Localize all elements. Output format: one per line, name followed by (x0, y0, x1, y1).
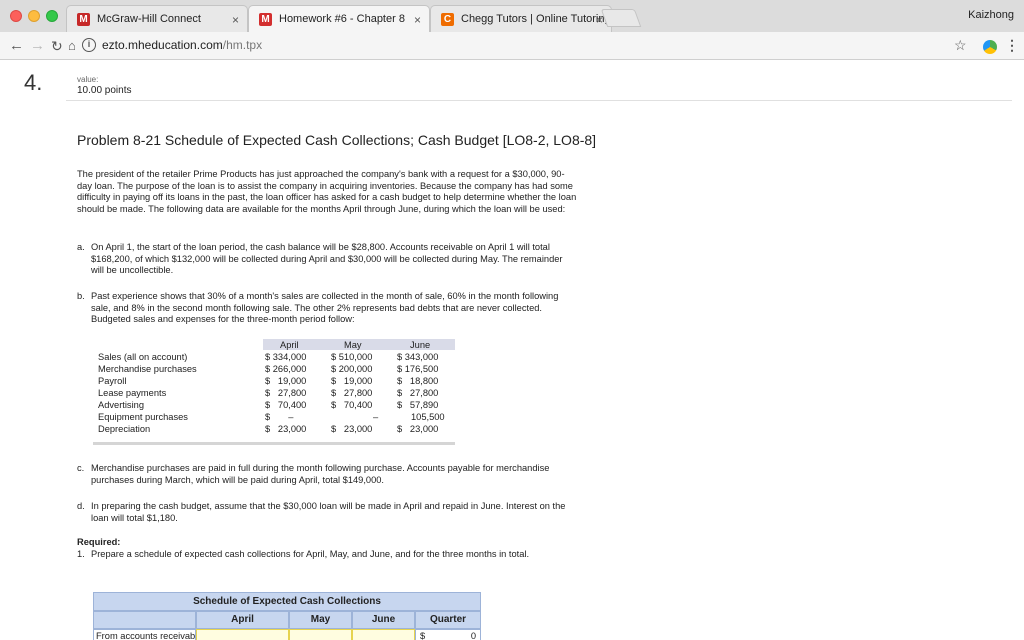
cell-sales-june: $ 343,000 (397, 352, 439, 362)
tab-homework-6[interactable]: M Homework #6 - Chapter 8 × (248, 5, 430, 32)
item-marker: a. (77, 242, 85, 252)
item-text: Merchandise purchases are paid in full d… (91, 463, 550, 485)
url-text[interactable]: ezto.mheducation.com/hm.tpx (102, 38, 262, 52)
item-marker: 1. (77, 549, 85, 559)
cell-merch-april: $ 266,000 (265, 364, 307, 374)
item-a: a. On April 1, the start of the loan per… (77, 242, 577, 277)
cell-sales-may: $ 510,000 (331, 352, 373, 362)
schedule-header-april: April (196, 611, 289, 629)
schedule-header-june: June (352, 611, 415, 629)
cell-merch-june: $ 176,500 (397, 364, 439, 374)
june-ar-input[interactable] (352, 629, 415, 640)
chegg-favicon-icon: C (441, 13, 454, 26)
tab-close-icon[interactable]: × (596, 13, 603, 27)
tab-title: Chegg Tutors | Online Tutoring (461, 13, 611, 25)
cell-sales-april: $ 334,000 (265, 352, 307, 362)
tab-close-icon[interactable]: × (414, 13, 421, 27)
browser-profile-name[interactable]: Kaizhong (968, 9, 1014, 21)
home-icon[interactable]: ⌂ (68, 37, 76, 55)
window-close-button[interactable] (10, 10, 22, 22)
month-header-may: May (344, 340, 362, 350)
may-ar-input[interactable] (289, 629, 352, 640)
cell-dep-june: $ 23,000 (397, 424, 439, 434)
item-text: Past experience shows that 30% of a mont… (91, 291, 559, 325)
budget-data-table: April May June Sales (all on account) $ … (93, 339, 455, 445)
cell-adv-june: $ 57,890 (397, 400, 439, 410)
tab-title: McGraw-Hill Connect (97, 13, 201, 25)
row-label-depreciation: Depreciation (98, 424, 151, 434)
cash-collections-schedule: Schedule of Expected Cash Collections Ap… (93, 592, 481, 640)
cell-payroll-may: $ 19,000 (331, 376, 373, 386)
header-divider (66, 100, 1012, 101)
cell-lease-may: $ 27,800 (331, 388, 373, 398)
cell-lease-june: $ 27,800 (397, 388, 439, 398)
forward-arrow-icon[interactable]: → (30, 37, 45, 55)
cell-adv-april: $ 70,400 (265, 400, 307, 410)
quarter-currency: $ (420, 631, 426, 640)
item-marker: c. (77, 463, 85, 473)
url-path: /hm.tpx (222, 38, 263, 52)
schedule-title: Schedule of Expected Cash Collections (93, 592, 481, 611)
cell-lease-april: $ 27,800 (265, 388, 307, 398)
browser-tab-bar: M McGraw-Hill Connect × M Homework #6 - … (0, 0, 1024, 32)
schedule-header-blank (93, 611, 196, 629)
cell-merch-may: $ 200,000 (331, 364, 373, 374)
tab-mcgraw-hill-connect[interactable]: M McGraw-Hill Connect × (66, 5, 248, 32)
item-text: Prepare a schedule of expected cash coll… (91, 549, 530, 559)
bookmark-star-icon[interactable]: ☆ (954, 37, 967, 54)
requirement-1: 1. Prepare a schedule of expected cash c… (77, 549, 577, 561)
cell-equip-may: – (373, 412, 379, 422)
schedule-header-quarter: Quarter (415, 611, 481, 629)
window-minimize-button[interactable] (28, 10, 40, 22)
cell-payroll-april: $ 19,000 (265, 376, 307, 386)
url-host: ezto.mheducation.com (102, 38, 223, 52)
question-number: 4. (24, 70, 43, 95)
info-icon[interactable]: i (82, 38, 96, 52)
problem-intro: The president of the retailer Prime Prod… (77, 169, 577, 215)
problem-title: Problem 8-21 Schedule of Expected Cash C… (77, 132, 597, 148)
question-points: 10.00 points (77, 85, 132, 96)
tab-close-icon[interactable]: × (232, 13, 239, 27)
extension-icon[interactable] (983, 40, 997, 54)
cell-equip-april: $ – (265, 412, 294, 422)
back-arrow-icon[interactable]: ← (9, 37, 24, 55)
cell-dep-may: $ 23,000 (331, 424, 373, 434)
cell-equip-june: 105,500 (411, 412, 445, 422)
row-label-merchandise: Merchandise purchases (98, 364, 197, 374)
item-c: c. Merchandise purchases are paid in ful… (77, 463, 577, 486)
item-marker: b. (77, 291, 85, 301)
item-marker: d. (77, 501, 85, 511)
item-text: On April 1, the start of the loan period… (91, 242, 563, 276)
row-label-from-ar: From accounts receivable (93, 629, 196, 640)
quarter-ar-total: $ 0 (415, 629, 481, 640)
required-label: Required: (77, 537, 121, 547)
cell-adv-may: $ 70,400 (331, 400, 373, 410)
window-zoom-button[interactable] (46, 10, 58, 22)
row-label-payroll: Payroll (98, 376, 127, 386)
cell-payroll-june: $ 18,800 (397, 376, 439, 386)
homework-favicon-icon: M (259, 13, 272, 26)
address-bar[interactable]: i ezto.mheducation.com/hm.tpx (80, 35, 970, 57)
row-label-equipment: Equipment purchases (98, 412, 188, 422)
row-label-advertising: Advertising (98, 400, 144, 410)
month-header-april: April (280, 340, 299, 350)
item-d: d. In preparing the cash budget, assume … (77, 501, 577, 524)
item-b: b. Past experience shows that 30% of a m… (77, 291, 577, 326)
row-label-lease: Lease payments (98, 388, 167, 398)
reload-icon[interactable]: ↻ (51, 37, 63, 55)
item-text: In preparing the cash budget, assume tha… (91, 501, 566, 523)
row-label-sales: Sales (all on account) (98, 352, 188, 362)
schedule-header-may: May (289, 611, 352, 629)
tab-title: Homework #6 - Chapter 8 (279, 13, 405, 25)
new-tab-button[interactable] (600, 9, 642, 27)
month-header-june: June (410, 340, 431, 350)
mcgraw-hill-favicon-icon: M (77, 13, 90, 26)
tab-chegg-tutors[interactable]: C Chegg Tutors | Online Tutoring × (430, 5, 612, 32)
browser-menu-icon[interactable]: ⋮ (1005, 37, 1019, 54)
april-ar-input[interactable] (196, 629, 289, 640)
value-label: value: (77, 75, 99, 84)
quarter-value: 0 (470, 631, 476, 640)
browser-toolbar: ← → ↻ ⌂ i ezto.mheducation.com/hm.tpx (0, 32, 1024, 60)
cell-dep-april: $ 23,000 (265, 424, 307, 434)
